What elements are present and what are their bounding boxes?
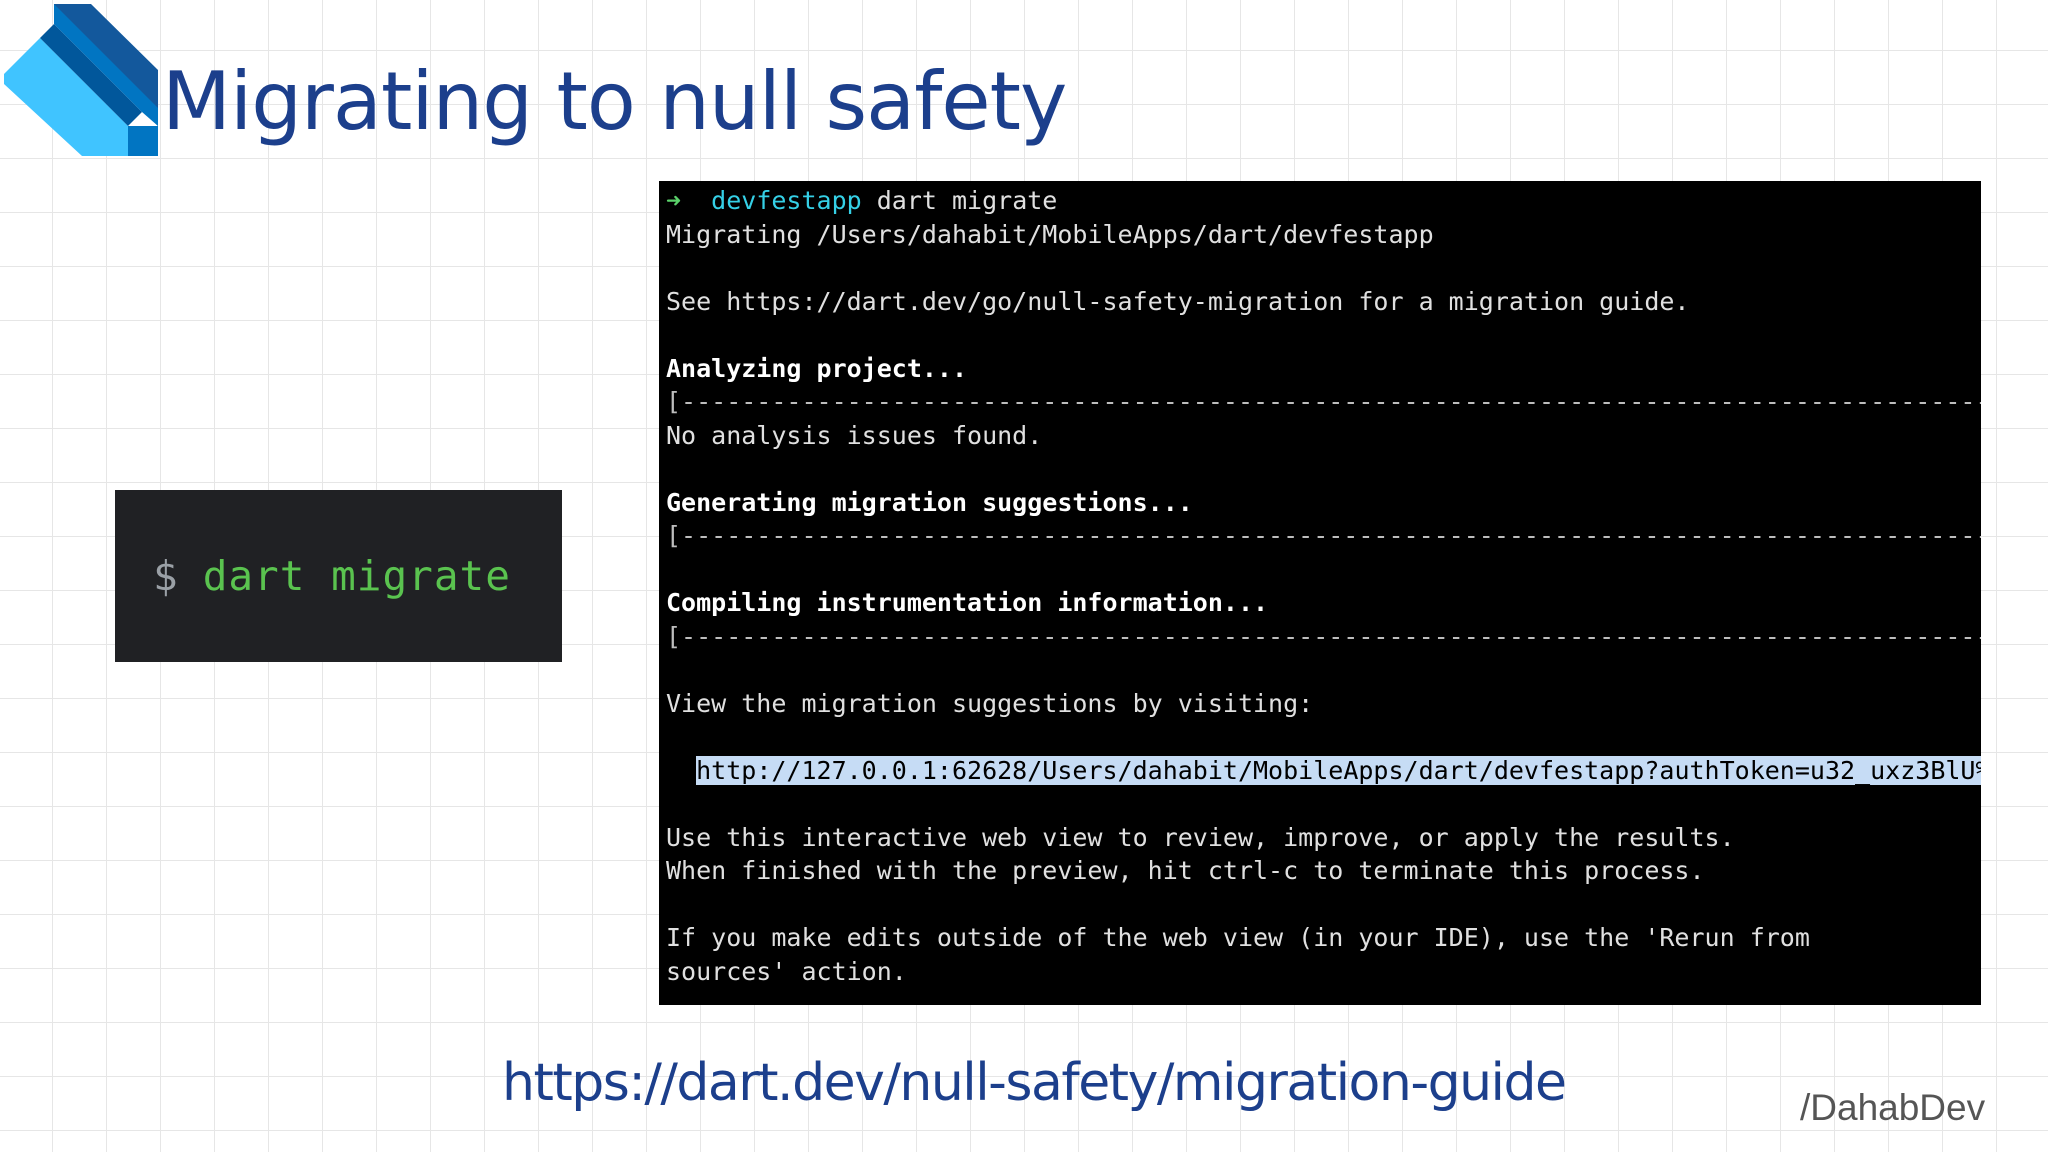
command-prompt: $ <box>153 552 179 600</box>
terminal-progress-bar: [---------------------------------------… <box>666 387 1981 416</box>
command-snippet: $ dart migrate <box>115 490 562 662</box>
terminal-line-generating: Generating migration suggestions... <box>666 487 1193 517</box>
terminal-line-use-view: Use this interactive web view to review,… <box>666 822 1735 852</box>
terminal-window: ➜ devfestapp dart migrate Migrating /Use… <box>659 181 1981 1005</box>
terminal-progress-bar: [---------------------------------------… <box>666 521 1981 550</box>
prompt-directory: devfestapp <box>711 186 862 215</box>
terminal-line-when-finished: When finished with the preview, hit ctrl… <box>666 856 1705 885</box>
terminal-line-compiling: Compiling instrumentation information... <box>666 588 1269 617</box>
terminal-prompt-line: ➜ devfestapp dart migrate <box>666 184 1981 218</box>
prompt-arrow-icon: ➜ <box>666 186 682 215</box>
dart-logo-icon <box>4 4 158 156</box>
command-text: dart migrate <box>202 552 511 600</box>
migration-url-link[interactable]: http://127.0.0.1:62628/Users/dahabit/Mob… <box>696 755 1981 785</box>
terminal-progress-bar: [---------------------------------------… <box>666 621 1981 651</box>
slide-title: Migrating to null safety <box>162 55 1067 148</box>
terminal-line-see-guide: See https://dart.dev/go/null-safety-migr… <box>666 286 1690 316</box>
terminal-line-analyzing: Analyzing project... <box>666 353 968 383</box>
prompt-command: dart migrate <box>861 186 1058 215</box>
terminal-line-view-suggestions: View the migration suggestions by visiti… <box>666 688 1314 718</box>
terminal-line-migrating: Migrating /Users/dahabit/MobileApps/dart… <box>666 219 1434 249</box>
terminal-url-line: http://127.0.0.1:62628/Users/dahabit/Mob… <box>666 754 1981 788</box>
terminal-line-no-issues: No analysis issues found. <box>666 420 1043 450</box>
watermark: /DahabDev <box>1800 1087 1986 1128</box>
terminal-line-sources: sources' action. <box>666 956 907 986</box>
terminal-line-if-edits: If you make edits outside of the web vie… <box>666 923 1810 952</box>
migration-guide-link[interactable]: https://dart.dev/null-safety/migration-g… <box>502 1050 1567 1116</box>
